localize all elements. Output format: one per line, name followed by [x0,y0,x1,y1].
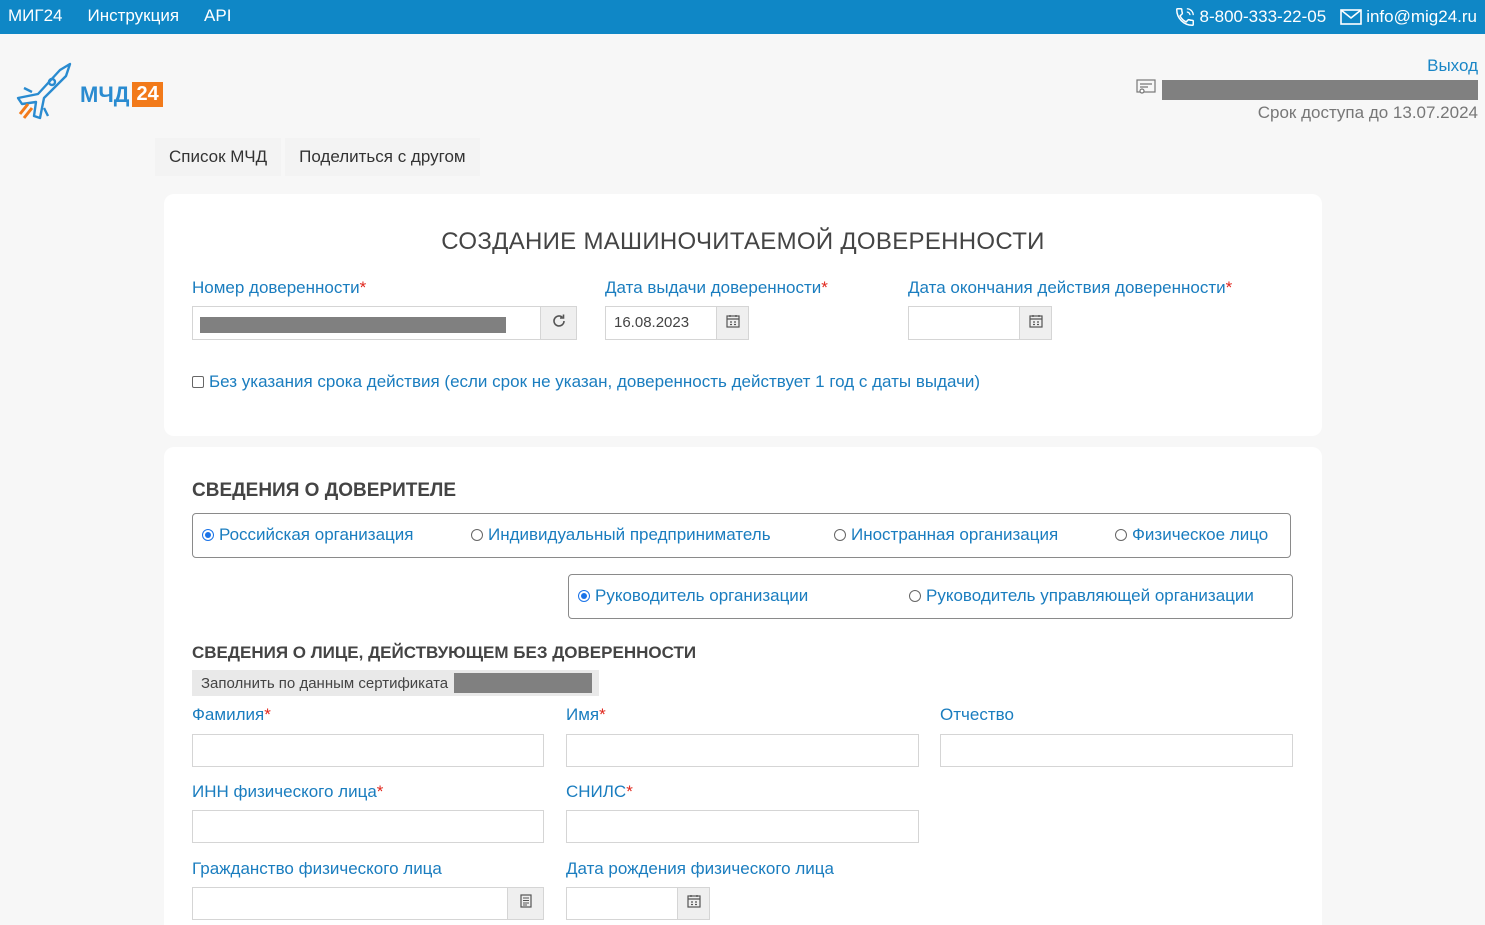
end-date-picker[interactable] [1019,307,1051,339]
jet-icon [10,58,78,131]
end-date-field[interactable] [908,306,1052,340]
envelope-icon [1340,9,1362,25]
calendar-icon [1028,314,1043,333]
issue-date-picker[interactable] [716,307,748,339]
redacted-number [200,317,506,333]
logo-text: МЧД [80,81,130,107]
tab-mchd-list[interactable]: Список МЧД [155,138,282,176]
no-term-checkbox[interactable] [192,376,204,388]
birthdate-field[interactable] [566,887,710,920]
top-nav: МИГ24 Инструкция API [8,6,231,26]
radio[interactable] [471,529,483,541]
radio-selected[interactable] [578,590,590,602]
contacts: 8-800-333-22-05 info@mig24.ru [1174,6,1477,28]
snils-label: СНИЛС* [566,782,633,801]
logout-link[interactable]: Выход [1136,56,1478,76]
name-field[interactable] [566,734,919,767]
access-expiry: Срок доступа до 13.07.2024 [1257,103,1478,122]
name-label: Имя* [566,705,606,724]
citizenship-label: Гражданство физического лица [192,859,442,878]
snils-field[interactable] [566,810,919,843]
issue-date-value: 16.08.2023 [614,314,690,331]
type-foreign-org[interactable]: Иностранная организация [834,525,1058,545]
radio[interactable] [834,529,846,541]
no-term-label: Без указания срока действия (если срок н… [209,372,981,391]
role-head[interactable]: Руководитель организации [578,586,808,606]
nav-api[interactable]: API [204,6,231,26]
birthdate-picker[interactable] [677,888,709,919]
phone-contact[interactable]: 8-800-333-22-05 [1174,6,1327,28]
person-heading: СВЕДЕНИЯ О ЛИЦЕ, ДЕЙСТВУЮЩЕМ БЕЗ ДОВЕРЕН… [192,643,697,662]
principal-card: СВЕДЕНИЯ О ДОВЕРИТЕЛЕ Российская организ… [164,447,1322,925]
type-individual[interactable]: Физическое лицо [1115,525,1268,545]
email-address: info@mig24.ru [1366,7,1477,26]
number-field[interactable] [192,306,577,340]
citizenship-list-button[interactable] [507,888,543,919]
radio-selected[interactable] [202,529,214,541]
calendar-icon [686,894,701,913]
refresh-icon [551,313,567,334]
calendar-icon [725,314,740,333]
patronymic-field[interactable] [940,734,1293,767]
logo-badge: 24 [132,82,163,107]
phone-number: 8-800-333-22-05 [1199,7,1327,26]
list-icon [519,894,533,913]
role-group: Руководитель организации Руководитель уп… [568,574,1293,619]
number-label: Номер доверенности* [192,278,367,297]
user-box: Выход Срок доступа до 13.07.2024 [1136,56,1478,123]
inn-field[interactable] [192,810,544,843]
issue-date-label: Дата выдачи доверенности* [605,278,828,297]
end-date-label: Дата окончания действия доверенности* [908,278,1233,297]
email-contact[interactable]: info@mig24.ru [1340,7,1477,27]
top-bar: МИГ24 Инструкция API 8-800-333-22-05 inf… [0,0,1485,34]
radio[interactable] [909,590,921,602]
tab-share[interactable]: Поделиться с другом [285,138,480,176]
phone-icon [1174,6,1196,28]
surname-label: Фамилия* [192,705,271,724]
principal-type-group: Российская организация Индивидуальный пр… [192,513,1291,558]
redacted-user-name [1162,79,1478,100]
page-tabs: Список МЧД Поделиться с другом [155,138,480,176]
fill-from-certificate-button[interactable]: Заполнить по данным сертификата [192,670,600,696]
issue-date-field[interactable]: 16.08.2023 [605,306,749,340]
page-title: СОЗДАНИЕ МАШИНОЧИТАЕМОЙ ДОВЕРЕННОСТИ [441,228,1045,255]
patronymic-label: Отчество [940,705,1014,724]
citizenship-field[interactable] [192,887,544,920]
birthdate-label: Дата рождения физического лица [566,859,834,878]
nav-instruction[interactable]: Инструкция [88,6,180,26]
principal-heading: СВЕДЕНИЯ О ДОВЕРИТЕЛЕ [192,480,457,501]
power-of-attorney-card: СОЗДАНИЕ МАШИНОЧИТАЕМОЙ ДОВЕРЕННОСТИ Ном… [164,194,1322,436]
type-entrepreneur[interactable]: Индивидуальный предприниматель [471,525,771,545]
certificate-icon [1136,79,1156,100]
regenerate-button[interactable] [540,307,576,339]
user-line [1136,79,1478,100]
radio[interactable] [1115,529,1127,541]
inn-label: ИНН физического лица* [192,782,384,801]
type-russian-org[interactable]: Российская организация [202,525,414,545]
no-term-option[interactable]: Без указания срока действия (если срок н… [192,372,980,392]
nav-mig24[interactable]: МИГ24 [8,6,63,26]
surname-field[interactable] [192,734,544,767]
role-managing-head[interactable]: Руководитель управляющей организации [909,586,1254,606]
redacted-certificate [454,673,593,693]
logo[interactable]: МЧД 24 [10,58,163,131]
